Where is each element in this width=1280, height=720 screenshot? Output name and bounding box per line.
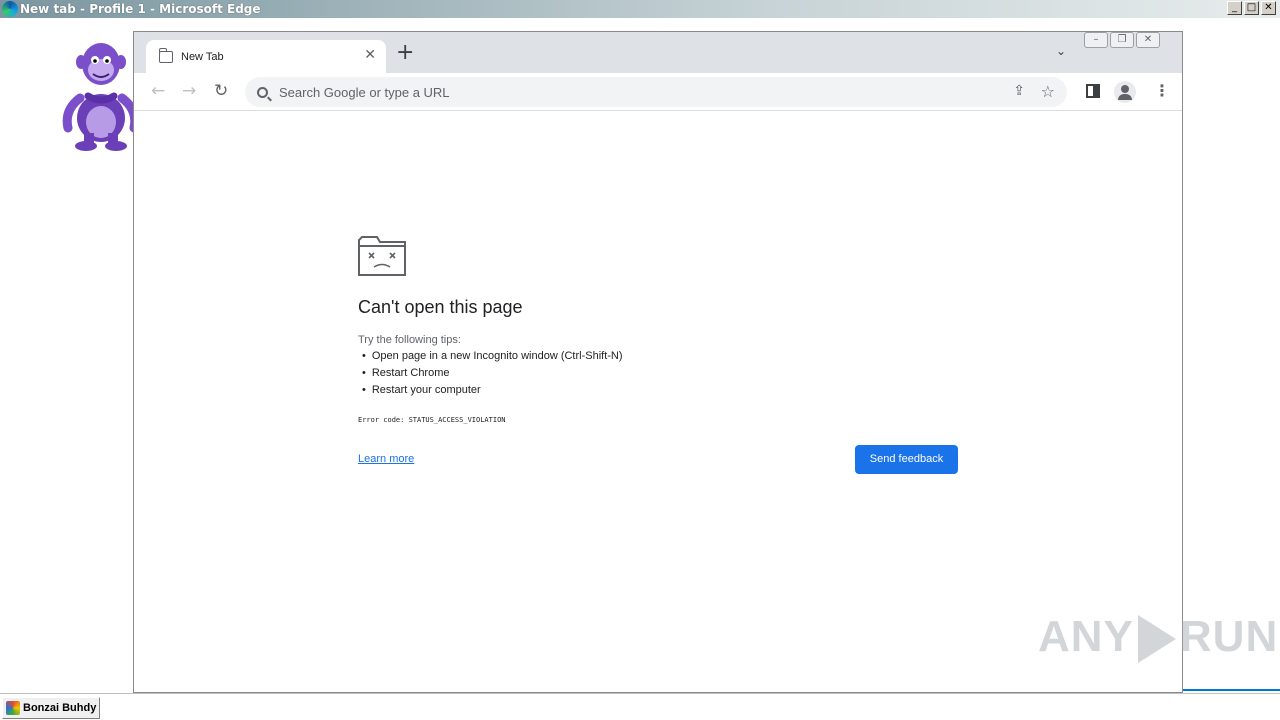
chrome-window: New Tab ✕ + ⌄ – ❐ ✕ ← → ↻ Search Google … (133, 31, 1183, 693)
error-title: Can't open this page (358, 297, 523, 317)
folder-icon (159, 47, 173, 63)
reload-icon[interactable]: ↻ (214, 82, 228, 100)
outer-window-title: New tab - Profile 1 - Microsoft Edge (20, 2, 261, 16)
bonzi-app-icon (6, 701, 20, 715)
watermark-right-text: RUN (1179, 612, 1279, 661)
profile-avatar-icon[interactable] (1114, 81, 1136, 103)
tip-item: Restart Chrome (362, 365, 623, 382)
page-content: Can't open this page Try the following t… (134, 112, 1182, 692)
back-arrow-icon[interactable]: ← (151, 82, 165, 100)
tips-heading: Try the following tips: (358, 334, 461, 346)
outer-close-button[interactable]: ✕ (1261, 1, 1276, 15)
outer-window-controls: _ □ ✕ (1227, 1, 1276, 15)
outer-minimize-button[interactable]: _ (1227, 1, 1242, 15)
bonzi-buddy-character[interactable] (58, 38, 144, 154)
anyrun-watermark: ANY RUN (1038, 612, 1279, 664)
taskbar-button-bonzai[interactable]: Bonzai Buhdy (2, 697, 100, 719)
taskbar: Bonzai Buhdy (0, 693, 1280, 720)
learn-more-link[interactable]: Learn more (358, 453, 414, 465)
tab-strip: New Tab ✕ + ⌄ – ❐ ✕ (134, 32, 1182, 73)
tab-title: New Tab (181, 50, 224, 63)
error-code: Error code: STATUS_ACCESS_VIOLATION (358, 416, 506, 424)
tips-list: Open page in a new Incognito window (Ctr… (362, 348, 623, 399)
search-icon (257, 86, 268, 98)
taskbar-accent-line (1183, 689, 1280, 691)
bookmark-star-icon[interactable]: ☆ (1041, 82, 1055, 101)
tab-close-icon[interactable]: ✕ (364, 47, 376, 63)
tip-item: Restart your computer (362, 382, 623, 399)
play-icon (1137, 615, 1176, 664)
omnibox[interactable]: Search Google or type a URL ⇪ ☆ (245, 77, 1067, 107)
omnibox-placeholder: Search Google or type a URL (279, 84, 450, 100)
share-icon[interactable]: ⇪ (1013, 83, 1025, 99)
chrome-window-controls: – ❐ ✕ (1084, 32, 1160, 48)
send-feedback-button[interactable]: Send feedback (855, 445, 958, 474)
outer-maximize-button[interactable]: □ (1244, 1, 1259, 15)
edge-icon (2, 1, 18, 17)
chevron-down-icon[interactable]: ⌄ (1056, 44, 1066, 58)
browser-toolbar: ← → ↻ Search Google or type a URL ⇪ ☆ ⋮ (134, 73, 1182, 111)
chrome-minimize-button[interactable]: – (1084, 32, 1108, 48)
forward-arrow-icon[interactable]: → (182, 82, 196, 100)
sad-folder-icon (358, 236, 406, 276)
taskbar-button-label: Bonzai Buhdy (23, 702, 97, 714)
tab-new-tab[interactable]: New Tab ✕ (146, 40, 386, 73)
tip-item: Open page in a new Incognito window (Ctr… (362, 348, 623, 365)
watermark-left-text: ANY (1038, 612, 1134, 661)
chrome-restore-button[interactable]: ❐ (1110, 32, 1134, 48)
kebab-menu-icon[interactable]: ⋮ (1154, 81, 1170, 101)
side-panel-icon[interactable] (1086, 84, 1100, 98)
new-tab-button[interactable]: + (396, 42, 414, 64)
outer-window-titlebar: New tab - Profile 1 - Microsoft Edge _ □… (0, 0, 1280, 18)
chrome-close-button[interactable]: ✕ (1136, 32, 1160, 48)
